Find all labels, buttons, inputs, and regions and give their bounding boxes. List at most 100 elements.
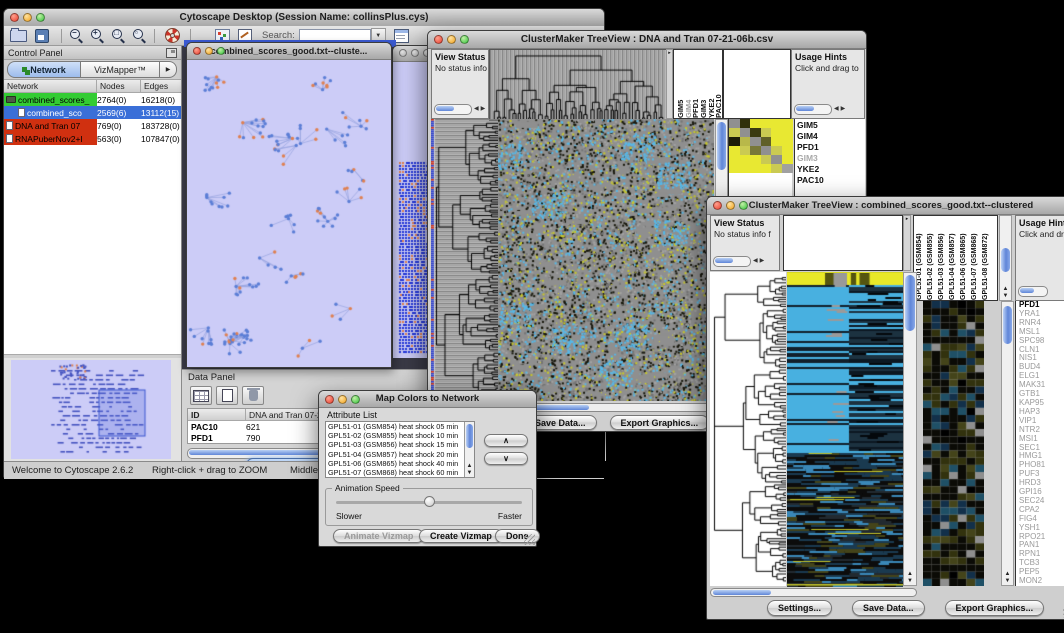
matrix-cell[interactable] [740,128,751,137]
array-column-label[interactable]: GPL51-02 (GSM855) [927,216,938,300]
scroll-down-icon[interactable]: ▼ [907,578,913,584]
array-column-label[interactable]: GPL51-03 (GSM856) [938,216,949,300]
delete-attribute-button[interactable] [242,386,264,405]
id-column-header[interactable]: ID [188,409,246,421]
heatmap-main[interactable] [498,119,714,401]
splitter-strip[interactable]: ▸ [903,215,911,271]
matrix-row-label[interactable]: GIM3 [797,153,865,164]
close-icon[interactable] [325,395,334,404]
network-overview-canvas[interactable] [11,360,171,459]
tab-network[interactable]: Network [7,61,81,78]
treeview-button[interactable]: Settings... [767,600,832,616]
gene-label[interactable]: KAP95 [1019,399,1064,408]
gene-label[interactable]: YSH1 [1019,524,1064,533]
gene-label[interactable]: GPI16 [1019,488,1064,497]
similarity-matrix[interactable] [729,119,793,173]
scroll-right-icon[interactable]: ▶ [841,105,846,114]
scroll-up-icon[interactable]: ▲ [467,463,473,469]
matrix-column-label[interactable]: PFD1 [691,50,699,118]
array-column-label[interactable]: GPL51-04 (GSM857) [949,216,960,300]
matrix-row-label[interactable]: PFD1 [797,142,865,153]
gene-label[interactable]: ELG1 [1019,372,1064,381]
treeview-button[interactable]: Export Graphics... [945,600,1045,616]
matrix-cell[interactable] [782,155,793,164]
minimize-icon[interactable] [447,35,456,44]
status-scrollbar[interactable] [713,256,751,267]
column-labels-scrollbar[interactable]: ▲▼ [999,215,1012,301]
help-icon[interactable] [165,28,180,43]
zoom-in-icon[interactable]: + [91,29,104,42]
gene-label[interactable]: MON2 [1019,577,1064,586]
matrix-cell[interactable] [729,164,740,173]
gene-label[interactable]: SEC24 [1019,497,1064,506]
scroll-down-icon[interactable]: ▼ [467,470,473,476]
attribute-list-scrollbar[interactable]: ▲▼ [464,422,474,477]
scroll-down-icon[interactable]: ▼ [1003,293,1009,299]
matrix-cell[interactable] [771,137,782,146]
zoom-selected-icon[interactable]: □ [112,29,125,42]
matrix-row-label[interactable]: PAC10 [797,175,865,186]
zoom-window-icon[interactable] [739,201,748,210]
matrix-cell[interactable] [761,155,772,164]
attribute-list-item[interactable]: GPL51-03 (GSM856) heat shock 15 min [326,440,474,449]
matrix-cell[interactable] [729,155,740,164]
network-tree-row[interactable]: DNA and Tran 07 769(0) 183728(0) [4,119,181,132]
treeview-button[interactable]: Export Graphics... [610,415,710,430]
gene-label[interactable]: HMG1 [1019,452,1064,461]
matrix-cell[interactable] [761,164,772,173]
scroll-up-icon[interactable]: ▲ [1005,571,1011,577]
array-column-label[interactable]: GPL51-07 (GSM868) [971,216,982,300]
matrix-cell[interactable] [782,119,793,128]
main-title-bar[interactable]: Cytoscape Desktop (Session Name: collins… [4,9,604,27]
animate-vizmap-button[interactable]: Animate Vizmap [333,529,424,543]
gene-label[interactable]: FIG4 [1019,515,1064,524]
matrix-cell[interactable] [729,146,740,155]
minimize-icon[interactable] [338,395,347,404]
close-icon[interactable] [399,49,407,57]
matrix-cell[interactable] [740,137,751,146]
gene-label[interactable]: MAK31 [1019,381,1064,390]
gene-label[interactable]: PFD1 [1019,301,1064,310]
move-down-button[interactable]: ∨ [484,452,528,465]
matrix-cell[interactable] [750,128,761,137]
gene-label[interactable]: NIS1 [1019,354,1064,363]
column-header-edges[interactable]: Edges [141,80,181,93]
close-icon[interactable] [713,201,722,210]
gene-label[interactable]: SEC1 [1019,444,1064,453]
matrix-cell[interactable] [750,164,761,173]
tab-vizmapper[interactable]: VizMapper™ [81,61,160,78]
gene-label[interactable]: GTB1 [1019,390,1064,399]
matrix-cell[interactable] [729,128,740,137]
gene-dendrogram[interactable] [710,272,786,586]
gene-label[interactable]: PUF3 [1019,470,1064,479]
matrix-column-label[interactable]: PAC10 [714,50,722,118]
matrix-column-label[interactable]: GIM5 [676,50,684,118]
treeview-button[interactable]: Save Data... [852,600,925,616]
matrix-cell[interactable] [761,128,772,137]
gene-label[interactable]: HRD3 [1019,479,1064,488]
matrix-cell[interactable] [782,128,793,137]
network-view-canvas[interactable] [187,60,391,367]
splitter-strip[interactable]: ▸ [666,49,673,119]
matrix-column-label[interactable]: GIM3 [699,50,707,118]
zoom-window-icon[interactable] [217,47,225,55]
matrix-row-label[interactable]: YKE2 [797,164,865,175]
matrix-cell[interactable] [750,146,761,155]
zoom-window-icon[interactable] [351,395,360,404]
scroll-right-icon[interactable]: ▶ [481,105,486,114]
gene-label[interactable]: MSI1 [1019,435,1064,444]
hints-scrollbar[interactable] [794,104,832,115]
matrix-cell[interactable] [771,155,782,164]
zoom-window-icon[interactable] [36,13,45,22]
scroll-right-icon[interactable]: ▶ [760,257,765,266]
gene-label[interactable]: BUD4 [1019,363,1064,372]
resize-grip[interactable] [524,534,535,545]
close-icon[interactable] [434,35,443,44]
gene-label[interactable]: PAN1 [1019,541,1064,550]
treeview1-titlebar[interactable]: ClusterMaker TreeView : DNA and Tran 07-… [428,31,866,49]
attribute-list-item[interactable]: GPL51-07 (GSM868) heat shock 60 min [326,468,474,477]
gene-label[interactable]: PHO81 [1019,461,1064,470]
dialog-titlebar[interactable]: Map Colors to Network [319,391,536,408]
network-tree-row[interactable]: combined_scores_ 2764(0) 16218(0) [4,93,181,106]
matrix-cell[interactable] [761,119,772,128]
